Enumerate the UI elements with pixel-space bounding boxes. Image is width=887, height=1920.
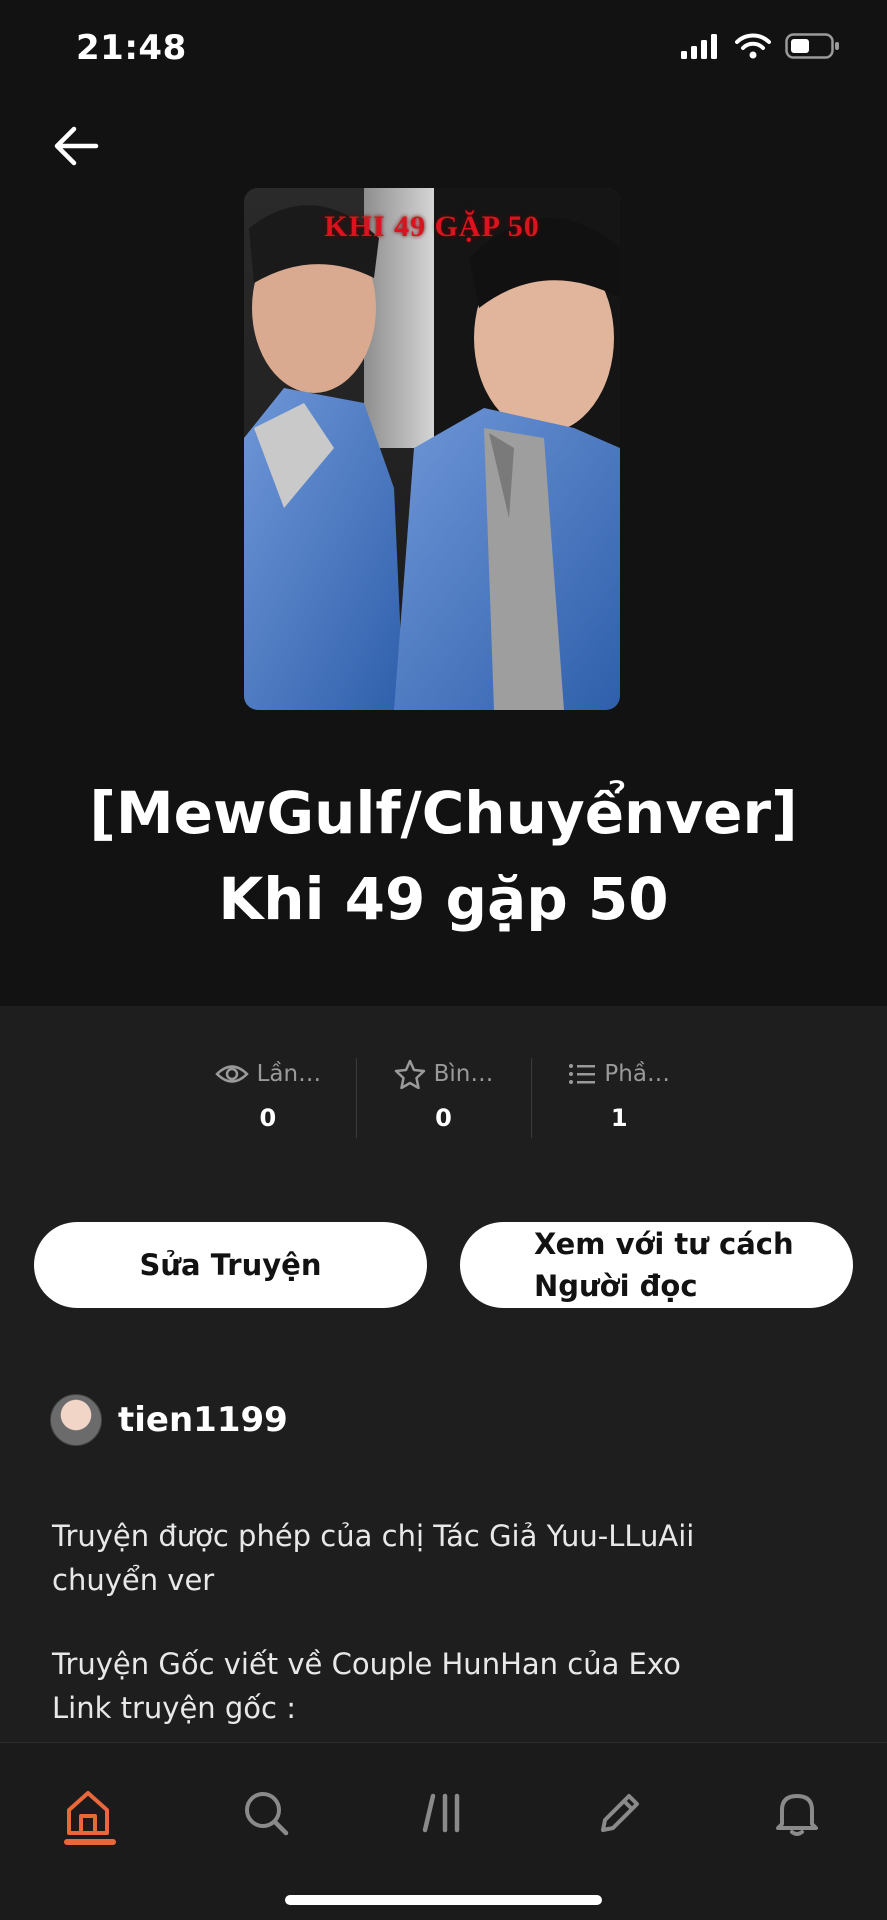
- list-icon: [569, 1064, 596, 1084]
- edit-story-button[interactable]: Sửa Truyện: [34, 1222, 427, 1308]
- search-icon: [245, 1792, 289, 1836]
- book-title: [MewGulf/Chuyểnver] Khi 49 gặp 50: [89, 779, 798, 933]
- avatar[interactable]: [50, 1394, 102, 1446]
- status-bar: 21:48: [0, 0, 887, 96]
- stat-value: 0: [435, 1104, 452, 1132]
- stat-parts[interactable]: Phầ… 1: [531, 1054, 707, 1138]
- stat-votes: Bìn… 0: [355, 1054, 532, 1138]
- description-paragraph: Truyện được phép của chị Tác Giả Yuu-LLu…: [52, 1519, 695, 1597]
- stat-value: 0: [259, 1104, 277, 1132]
- bottom-navigation: [0, 1742, 887, 1920]
- home-indicator-bar: [285, 1895, 602, 1905]
- nav-library[interactable]: [404, 1773, 484, 1853]
- stat-label: Lần…: [256, 1061, 322, 1087]
- stat-value: 1: [610, 1104, 628, 1132]
- bell-icon: [776, 1794, 818, 1836]
- cover-title-text: KHI 49 GẶP 50: [324, 210, 540, 243]
- status-icons: [681, 32, 841, 60]
- author-row[interactable]: tien1199: [50, 1394, 288, 1446]
- status-time: 21:48: [76, 28, 187, 68]
- eye-icon: [214, 1065, 249, 1083]
- nav-active-indicator: [64, 1839, 116, 1845]
- story-details-screen: 21:48 KHI 49 GẶP 50 [MewGulf/Chuyểnver] …: [0, 0, 887, 1920]
- view-as-reader-label: Xem với tư cách Người đọc: [534, 1227, 794, 1303]
- wifi-icon: [735, 33, 771, 59]
- back-button[interactable]: [40, 110, 112, 182]
- description-paragraph: Truyện Gốc viết về Couple HunHan của Exo…: [52, 1647, 681, 1725]
- story-description: Truyện được phép của chị Tác Giả Yuu-LLu…: [52, 1514, 832, 1730]
- nav-write[interactable]: [580, 1773, 660, 1853]
- home-icon: [67, 1791, 109, 1835]
- book-cover[interactable]: KHI 49 GẶP 50: [244, 188, 620, 710]
- battery-icon: [785, 33, 839, 59]
- nav-search[interactable]: [226, 1773, 306, 1853]
- signal-icon: [681, 34, 717, 59]
- cover-artwork: [244, 188, 620, 710]
- nav-notifications[interactable]: [757, 1773, 837, 1853]
- view-as-reader-button[interactable]: Xem với tư cách Người đọc: [460, 1222, 853, 1308]
- pencil-icon: [601, 1794, 639, 1832]
- story-stats: Lần… 0 Bìn… 0 Phầ… 1: [180, 1054, 707, 1138]
- stat-label: Phầ…: [604, 1061, 670, 1087]
- arrow-left-icon: [54, 126, 99, 166]
- library-icon: [422, 1793, 460, 1833]
- stat-label: Bìn…: [433, 1061, 494, 1087]
- author-username[interactable]: tien1199: [118, 1400, 288, 1440]
- header-area: 21:48 KHI 49 GẶP 50 [MewGulf/Chuyểnver] …: [0, 0, 887, 1006]
- stat-reads: Lần… 0: [180, 1054, 356, 1138]
- star-icon: [394, 1059, 425, 1089]
